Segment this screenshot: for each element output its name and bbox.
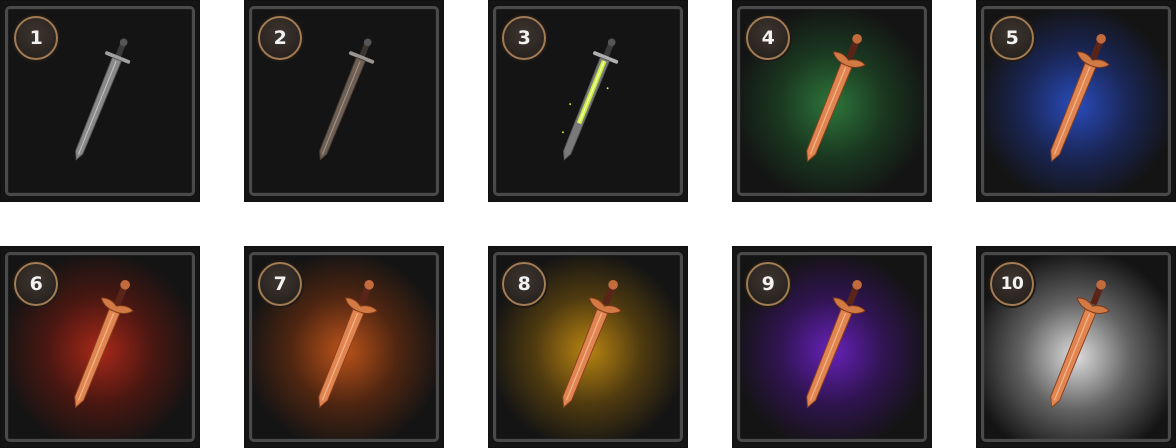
- item-slot-8[interactable]: 8: [488, 246, 688, 448]
- item-number-badge: 2: [258, 16, 302, 60]
- item-slot-4[interactable]: 4: [732, 0, 932, 202]
- item-number-badge: 7: [258, 262, 302, 306]
- item-number-badge: 6: [14, 262, 58, 306]
- item-number-badge: 10: [990, 262, 1034, 306]
- item-slot-2[interactable]: 2: [244, 0, 444, 202]
- item-slot-7[interactable]: 7: [244, 246, 444, 448]
- item-slot-3[interactable]: 3: [488, 0, 688, 202]
- item-number-badge: 9: [746, 262, 790, 306]
- item-slot-5[interactable]: 5: [976, 0, 1176, 202]
- item-slot-10[interactable]: 10: [976, 246, 1176, 448]
- item-slot-9[interactable]: 9: [732, 246, 932, 448]
- item-number-badge: 8: [502, 262, 546, 306]
- item-slot-1[interactable]: 1: [0, 0, 200, 202]
- item-slot-6[interactable]: 6: [0, 246, 200, 448]
- item-number-badge: 5: [990, 16, 1034, 60]
- item-number-badge: 1: [14, 16, 58, 60]
- item-number-badge: 3: [502, 16, 546, 60]
- item-number-badge: 4: [746, 16, 790, 60]
